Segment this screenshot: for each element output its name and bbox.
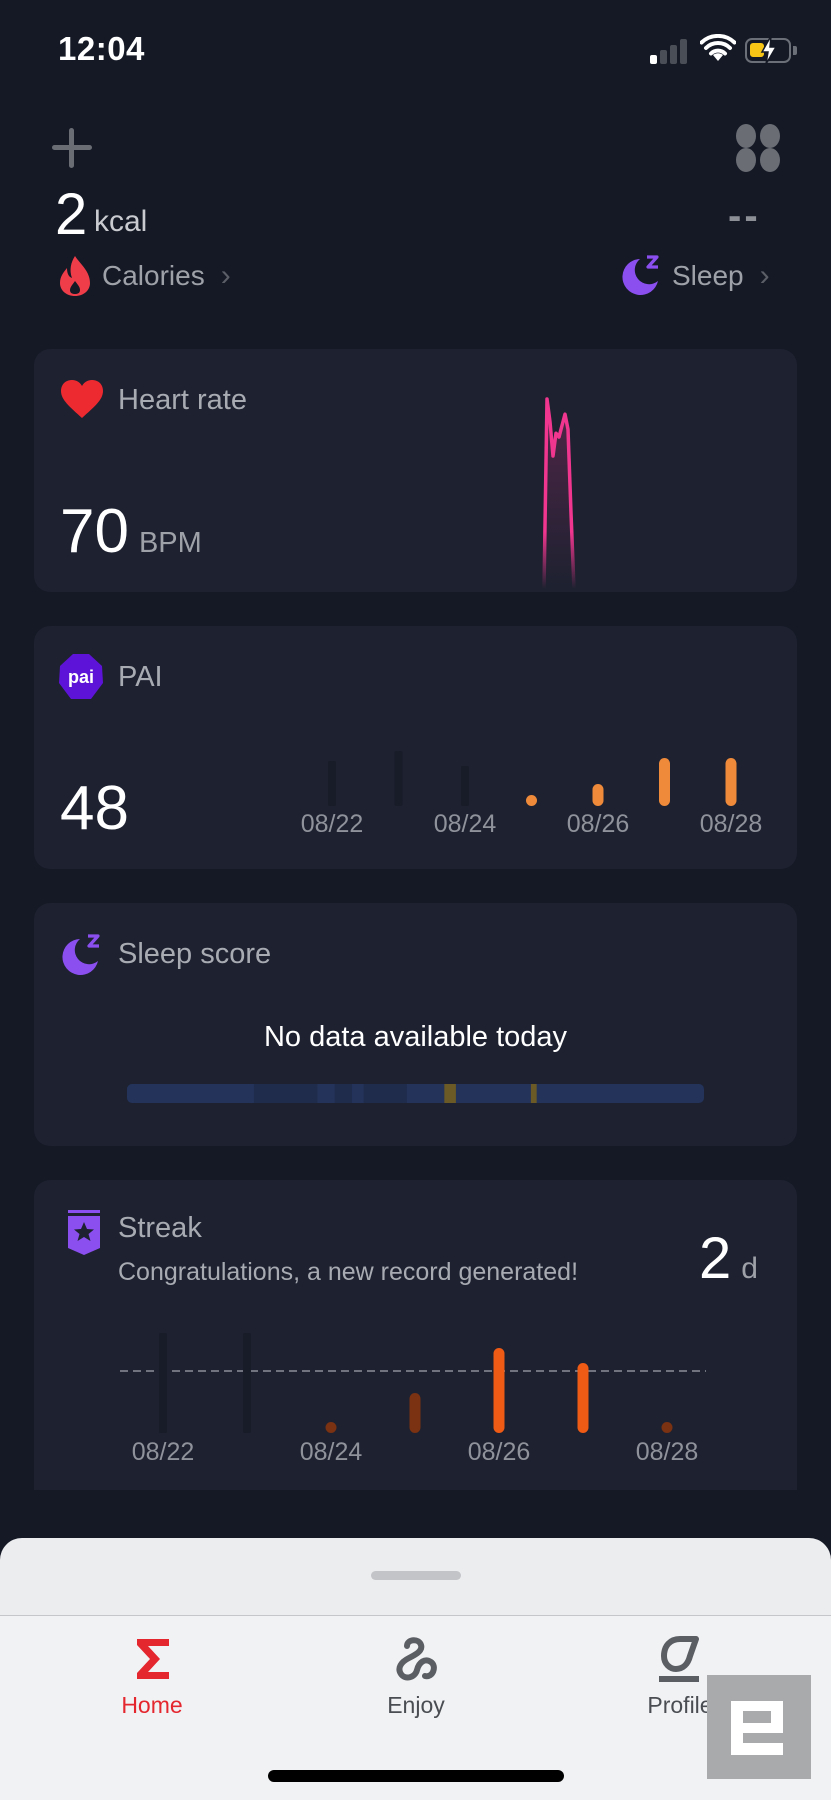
axis-tick-label: 08/22 xyxy=(131,1438,195,1466)
bar-08-24 xyxy=(325,1422,337,1433)
calories-label: Calories xyxy=(102,260,205,291)
cellular-signal-icon xyxy=(650,38,692,64)
no-data-message: No data available today xyxy=(263,1021,568,1053)
sleep-score-title: Sleep score xyxy=(118,938,272,970)
charging-bolt-icon xyxy=(760,35,778,65)
bar-08-26 xyxy=(493,1348,505,1433)
bar-08-27 xyxy=(577,1363,589,1433)
calories-value: 2 xyxy=(55,182,88,247)
sleep-stages-bar xyxy=(127,1084,704,1103)
sleep-segment xyxy=(530,1084,538,1103)
signal-bar xyxy=(650,55,657,64)
bar-08-25 xyxy=(409,1393,421,1433)
axis-tick-label: 08/28 xyxy=(699,810,763,838)
heart-rate-unit: BPM xyxy=(138,527,202,559)
streak-card[interactable]: Streak Congratulations, a new record gen… xyxy=(34,1180,797,1490)
sleep-segment xyxy=(363,1084,408,1103)
plus-icon xyxy=(52,128,92,168)
signal-bar xyxy=(670,45,677,64)
status-time: 12:04 xyxy=(58,30,145,67)
wifi-icon xyxy=(700,34,736,61)
sleep-score-card[interactable]: Sleep score No data available today xyxy=(34,903,797,1146)
four-dots-icon xyxy=(736,124,780,172)
heart-rate-card[interactable]: Heart rate 70 BPM xyxy=(34,349,797,592)
bar-08-28 xyxy=(661,1422,673,1433)
sleep-segment xyxy=(127,1084,255,1103)
tab-home[interactable]: Home xyxy=(72,1634,232,1719)
profile-drop-icon xyxy=(659,1636,699,1682)
heart-rate-title: Heart rate xyxy=(118,384,247,416)
engadget-watermark xyxy=(707,1675,811,1779)
add-button[interactable] xyxy=(48,124,96,172)
heart-rate-chart xyxy=(542,397,576,590)
pai-chart xyxy=(328,751,737,806)
axis-tick-label: 08/26 xyxy=(467,1438,531,1466)
sheet-drag-handle[interactable] xyxy=(371,1571,461,1580)
heart-rate-number: 70 xyxy=(60,497,129,566)
placeholder-bar xyxy=(159,1333,167,1433)
heart-icon xyxy=(61,380,103,418)
bar-08-25 xyxy=(526,795,537,806)
sleep-segment xyxy=(253,1084,318,1103)
sigma-icon xyxy=(137,1639,169,1679)
sleep-segment xyxy=(455,1084,532,1103)
sleep-segment xyxy=(317,1084,336,1103)
knot-icon xyxy=(396,1637,437,1681)
sleep-segment xyxy=(334,1084,353,1103)
placeholder-bar xyxy=(394,751,403,806)
engadget-logo-icon xyxy=(731,1701,783,1755)
axis-tick-label: 08/24 xyxy=(299,1438,363,1466)
sleep-link[interactable]: Sleep › xyxy=(620,255,770,297)
axis-tick-label: 08/22 xyxy=(300,810,364,838)
signal-bar xyxy=(660,50,667,64)
battery-icon xyxy=(745,35,797,65)
chevron-right-icon: › xyxy=(220,259,231,292)
sleep-segment xyxy=(352,1084,365,1103)
flame-icon xyxy=(60,256,90,296)
axis-tick-label: 08/26 xyxy=(566,810,630,838)
pai-card[interactable]: pai PAI 48 08/22 08/24 08/26 08/28 xyxy=(34,626,797,869)
bar-08-28 xyxy=(725,758,737,806)
widgets-button[interactable] xyxy=(732,122,784,174)
moon-zz-icon xyxy=(62,934,100,975)
sleep-segment xyxy=(444,1084,457,1103)
bar-08-26 xyxy=(592,784,604,806)
signal-bar xyxy=(680,39,687,64)
placeholder-bar xyxy=(461,766,469,806)
sleep-segment xyxy=(536,1084,704,1103)
axis-tick-label: 08/28 xyxy=(635,1438,699,1466)
chevron-right-icon: › xyxy=(759,259,770,292)
calories-link[interactable]: Calories › xyxy=(58,255,231,297)
home-indicator xyxy=(268,1770,564,1782)
calories-unit: kcal xyxy=(94,205,148,238)
placeholder-bar xyxy=(328,761,336,806)
sleep-value: -- xyxy=(728,194,761,238)
axis-tick-label: 08/24 xyxy=(433,810,497,838)
tab-enjoy[interactable]: Enjoy xyxy=(336,1634,496,1719)
placeholder-bar xyxy=(243,1333,251,1433)
sleep-segment xyxy=(406,1084,445,1103)
tab-enjoy-label: Enjoy xyxy=(387,1692,445,1718)
sleep-label: Sleep xyxy=(672,260,744,291)
heart-rate-value: 70 BPM xyxy=(60,501,202,563)
tab-home-label: Home xyxy=(121,1692,183,1718)
moon-zz-icon xyxy=(622,255,659,295)
bar-08-27 xyxy=(659,758,670,806)
